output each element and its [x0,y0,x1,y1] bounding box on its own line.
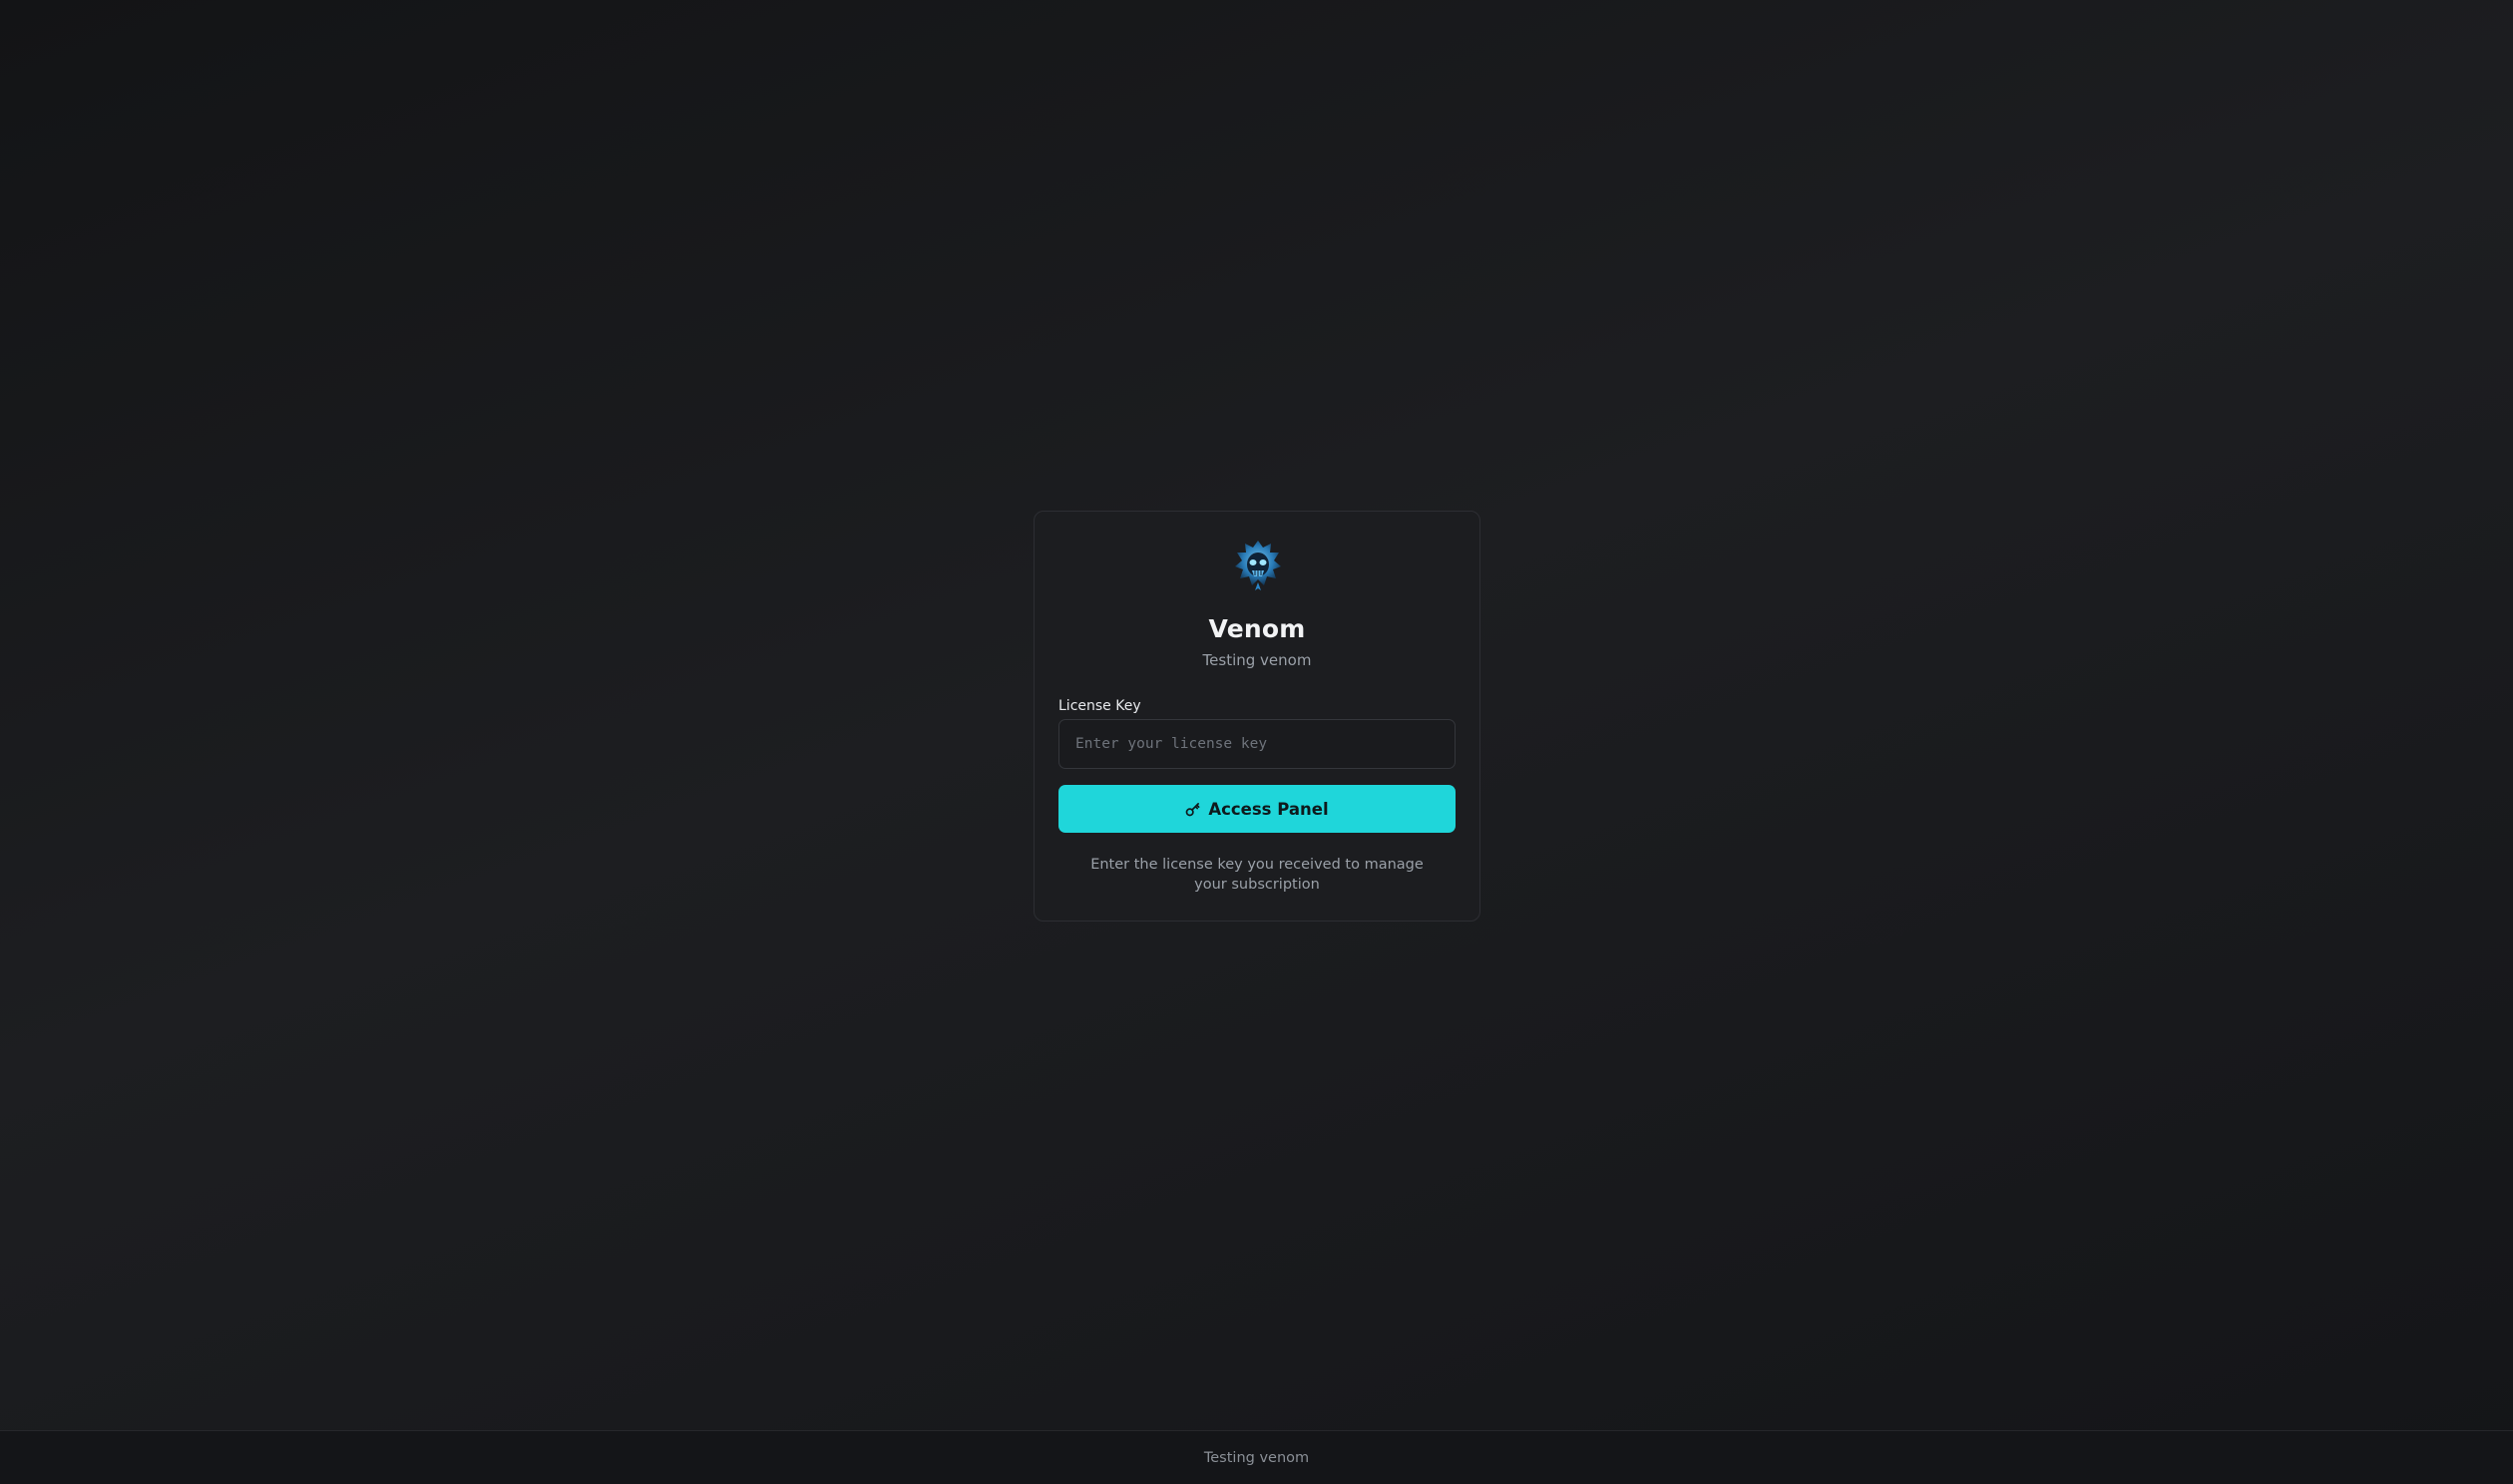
app-tagline: Testing venom [1202,651,1312,669]
page-footer: Testing venom [0,1430,2513,1484]
app-title: Venom [1208,614,1306,643]
venom-logo-icon [1233,539,1283,592]
login-card: Venom Testing venom License Key Access P… [1034,511,1480,922]
license-hint-text: Enter the license key you received to ma… [1090,857,1424,893]
footer-text: Testing venom [1203,1450,1310,1466]
license-key-input[interactable] [1058,719,1456,769]
access-panel-button[interactable]: Access Panel [1058,785,1456,833]
license-key-label: License Key [1058,698,1141,714]
access-panel-button-label: Access Panel [1208,799,1329,819]
key-icon [1185,802,1200,817]
